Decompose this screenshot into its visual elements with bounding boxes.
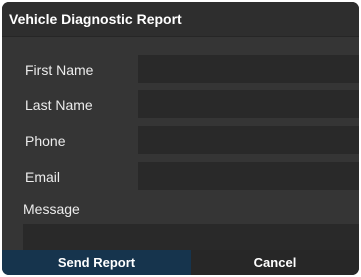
phone-field[interactable] [138,126,359,154]
message-field[interactable] [23,224,359,250]
cancel-button[interactable]: Cancel [191,250,359,275]
vehicle-diagnostic-report-dialog: Vehicle Diagnostic Report First Name Las… [2,2,359,275]
first-name-label: First Name [25,62,94,78]
last-name-label: Last Name [25,97,93,113]
first-name-field[interactable] [138,55,359,83]
dialog-titlebar: Vehicle Diagnostic Report [2,2,359,37]
email-field[interactable] [138,162,359,190]
dialog-title: Vehicle Diagnostic Report [9,11,182,27]
email-label: Email [25,169,61,185]
phone-label: Phone [25,133,66,149]
last-name-field[interactable] [138,90,359,118]
send-report-button[interactable]: Send Report [2,250,191,275]
message-label: Message [23,201,80,217]
